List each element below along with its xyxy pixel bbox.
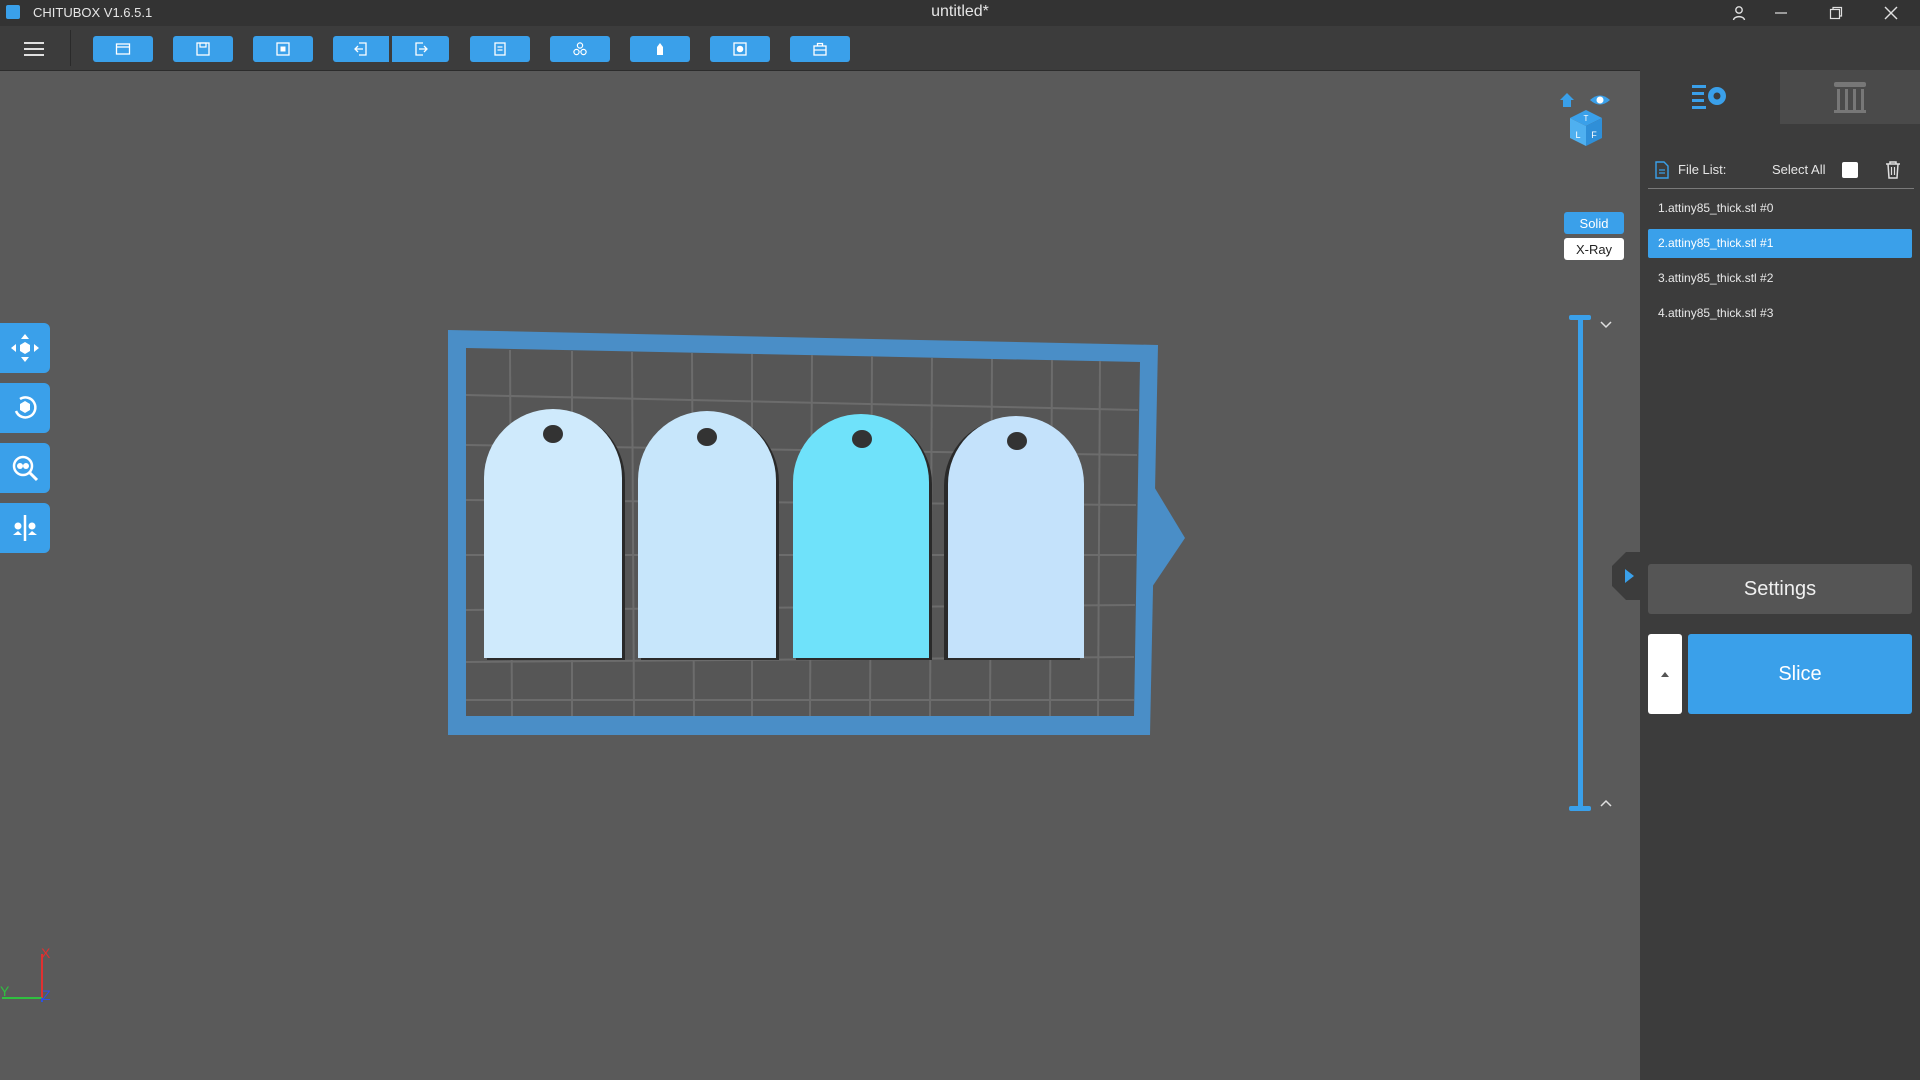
tab-model-settings[interactable]	[1640, 70, 1780, 124]
toolbar	[0, 26, 1920, 71]
close-button[interactable]	[1868, 0, 1914, 26]
file-list-item[interactable]: 1.attiny85_thick.stl #0	[1648, 194, 1912, 223]
move-icon	[11, 334, 39, 362]
arrange-icon	[573, 42, 587, 56]
svg-text:F: F	[1591, 130, 1597, 140]
close-icon	[1884, 6, 1898, 20]
cube-icon[interactable]: T L F	[1570, 110, 1602, 146]
layer-slider-bottom-handle[interactable]	[1569, 806, 1591, 811]
save-button[interactable]	[173, 36, 233, 62]
model-1[interactable]	[638, 411, 779, 660]
axis-indicator: X Y Z	[0, 945, 51, 1003]
chevron-down-icon[interactable]	[1598, 316, 1614, 332]
layer-slider-top-handle[interactable]	[1569, 315, 1591, 320]
restore-icon	[1829, 6, 1843, 20]
user-icon	[1732, 6, 1746, 21]
panel-toggle-button[interactable]	[1612, 552, 1640, 600]
repair-icon	[813, 42, 827, 56]
view-cube[interactable]: T L F	[1556, 88, 1616, 154]
minimize-icon	[1775, 12, 1787, 14]
document-icon	[1655, 161, 1669, 179]
file-list-item[interactable]: 3.attiny85_thick.stl #2	[1648, 264, 1912, 293]
move-tool-button[interactable]	[0, 323, 50, 373]
minimize-button[interactable]	[1758, 0, 1804, 26]
supports-icon	[1834, 82, 1866, 113]
save-icon	[196, 42, 210, 56]
copy-icon	[494, 42, 506, 56]
file-list-header: File List: Select All	[1652, 158, 1914, 182]
solid-view-button[interactable]: Solid	[1564, 212, 1624, 234]
main-menu-button[interactable]	[18, 36, 50, 62]
tab-supports[interactable]	[1780, 70, 1920, 124]
layer-slider-track[interactable]	[1578, 318, 1583, 808]
model-2-selected[interactable]	[793, 414, 932, 660]
slice-options-button[interactable]	[1648, 634, 1682, 714]
hollow-icon	[657, 43, 663, 55]
app-logo-icon	[6, 5, 20, 19]
build-plate-arrow	[1150, 480, 1185, 590]
xray-view-button[interactable]: X-Ray	[1564, 238, 1624, 260]
hamburger-icon	[24, 42, 44, 44]
rotate-icon	[14, 396, 37, 419]
model-3[interactable]	[944, 416, 1084, 660]
export-icon	[414, 42, 428, 56]
file-list-divider	[1648, 188, 1914, 189]
file-list-label: File List:	[1678, 162, 1727, 177]
copy-button[interactable]	[470, 36, 530, 62]
file-list-item-selected[interactable]: 2.attiny85_thick.stl #1	[1648, 229, 1912, 258]
right-panel: File List: Select All 1.attiny85_thick.s…	[1640, 70, 1920, 1080]
dig-hole-icon	[733, 42, 747, 56]
document-title: untitled*	[931, 3, 989, 20]
import-icon	[354, 42, 367, 56]
export-button[interactable]	[392, 36, 449, 62]
home-icon[interactable]	[1560, 93, 1574, 107]
open-file-icon	[115, 43, 131, 55]
arrange-button[interactable]	[550, 36, 610, 62]
import-button[interactable]	[333, 36, 389, 62]
mirror-tool-button[interactable]	[0, 503, 50, 553]
restore-button[interactable]	[1813, 0, 1859, 26]
scale-icon	[12, 455, 39, 482]
caret-up-icon	[1661, 672, 1669, 677]
chevron-up-icon[interactable]	[1598, 796, 1614, 812]
file-list-item[interactable]: 4.attiny85_thick.stl #3	[1648, 299, 1912, 328]
repair-button[interactable]	[790, 36, 850, 62]
viewport-3d[interactable]	[0, 70, 1630, 1080]
dig-hole-button[interactable]	[710, 36, 770, 62]
trash-icon[interactable]	[1884, 160, 1902, 180]
hollow-button[interactable]	[630, 36, 690, 62]
select-all-checkbox[interactable]	[1842, 162, 1858, 178]
axis-x-label: X	[41, 945, 51, 961]
screenshot-icon	[276, 42, 290, 56]
open-file-button[interactable]	[93, 36, 153, 62]
model-0[interactable]	[484, 409, 625, 660]
toolbar-divider	[70, 30, 71, 66]
scale-tool-button[interactable]	[0, 443, 50, 493]
screenshot-button[interactable]	[253, 36, 313, 62]
account-button[interactable]	[1716, 0, 1762, 26]
mirror-icon	[13, 515, 37, 541]
rotate-tool-button[interactable]	[0, 383, 50, 433]
axis-y-label: Y	[0, 983, 10, 999]
axis-z-label: Z	[42, 987, 51, 1003]
app-name: CHITUBOX V1.6.5.1	[33, 5, 153, 20]
slice-button[interactable]: Slice	[1688, 634, 1912, 714]
title-bar: CHITUBOX V1.6.5.1 untitled*	[0, 0, 1920, 26]
select-all-label: Select All	[1772, 162, 1826, 177]
settings-button[interactable]: Settings	[1648, 564, 1912, 614]
svg-text:T: T	[1584, 114, 1589, 123]
eye-icon[interactable]	[1590, 95, 1610, 105]
list-settings-icon	[1692, 85, 1726, 109]
svg-text:L: L	[1575, 130, 1580, 140]
